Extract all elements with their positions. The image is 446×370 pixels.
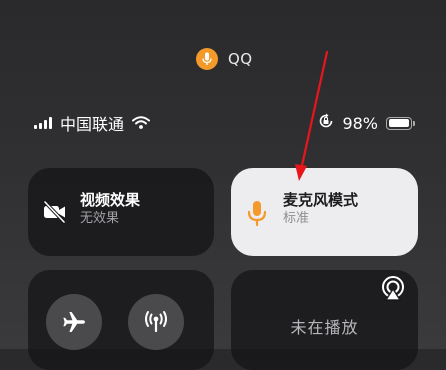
wifi-icon [132,114,151,133]
status-bar: 中国联通 98% [34,111,415,135]
video-effects-subtitle: 无效果 [80,211,120,226]
video-effects-title: 视频效果 [80,191,141,209]
microphone-icon [245,199,269,231]
battery-percent: 98% [342,113,378,133]
airplay-audio-icon[interactable] [380,276,406,306]
not-playing-label: 未在播放 [290,318,359,337]
airplane-mode-button[interactable] [46,294,102,350]
carrier-name: 中国联通 [60,115,125,134]
status-right: 98% [318,113,415,133]
mic-app-name: QQ [228,50,253,68]
cellular-antenna-icon [145,311,167,333]
battery-level-fill [388,119,409,127]
now-playing-tile[interactable]: 未在播放 [231,270,418,370]
video-off-icon [42,199,68,229]
battery-icon [386,116,415,130]
video-effects-tile[interactable]: 视频效果 无效果 [28,168,214,256]
cellular-signal-icon [34,117,52,129]
airplane-icon [63,312,85,332]
video-effects-text: 视频效果 无效果 [80,190,140,228]
mic-mode-subtitle: 标准 [283,211,310,226]
mic-mode-title: 麦克风模式 [283,191,359,209]
cellular-data-button[interactable] [128,294,184,350]
mic-indicator-icon [196,48,218,70]
status-left: 中国联通 [34,111,151,135]
mic-in-use-indicator[interactable]: QQ [196,48,253,70]
control-center: QQ 中国联通 98% 视频效果 无效果 麦克风模式 标准 未在播放 [0,0,446,370]
connectivity-tile [28,270,214,370]
mic-mode-tile[interactable]: 麦克风模式 标准 [231,168,418,256]
orientation-lock-icon [318,113,334,133]
mic-mode-text: 麦克风模式 标准 [283,190,358,228]
